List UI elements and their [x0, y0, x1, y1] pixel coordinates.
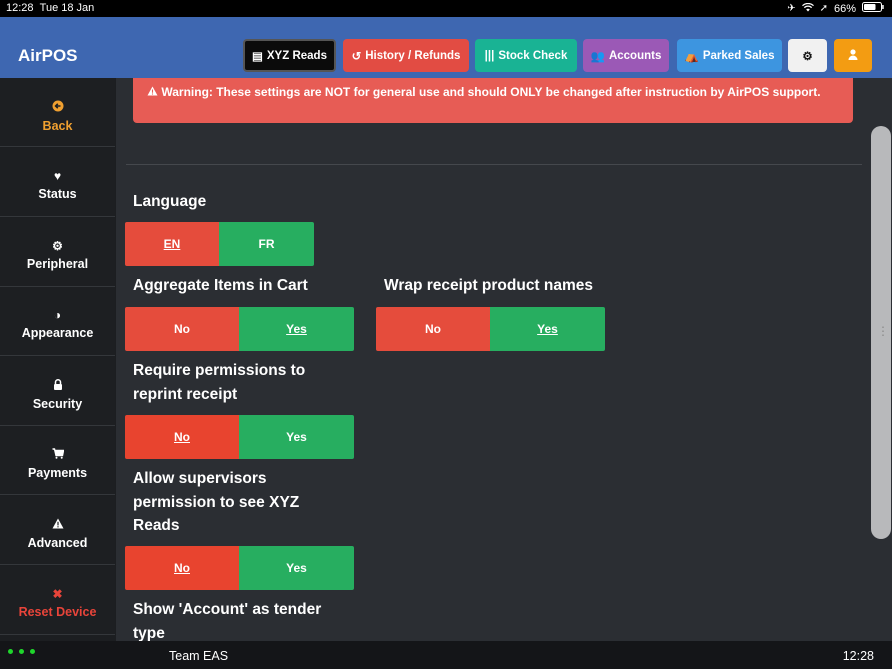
status-time: 12:28 — [6, 2, 34, 14]
sidebar-item-label: Reset Device — [18, 605, 97, 619]
settings-content: Warning: These settings are NOT for gene… — [116, 78, 870, 641]
connection-status-icon — [8, 649, 35, 654]
settings-sidebar: Back ♥ Status ⚙ Peripheral ◑ Appearance … — [0, 78, 116, 641]
team-name: Team EAS — [169, 649, 229, 663]
sidebar-item-label: Payments — [27, 466, 88, 480]
top-navbar: AirPOS ▤ XYZ Reads ↺ History / Refunds |… — [0, 17, 892, 78]
gear-icon: ⚙ — [52, 239, 63, 253]
reprint-option-yes[interactable]: Yes — [239, 415, 354, 459]
sidebar-item-reset-device[interactable]: ✖ Reset Device — [0, 566, 115, 635]
accounts-button[interactable]: 👥 Accounts — [583, 39, 669, 72]
location-icon: ➚ — [819, 3, 828, 14]
report-icon: ▤ — [252, 50, 263, 63]
account-tender-label-line-1: Show 'Account' as tender — [133, 601, 322, 618]
parked-icon: ⛺ — [684, 50, 699, 63]
language-label: Language — [133, 193, 207, 210]
sidebar-item-security[interactable]: Security — [0, 357, 115, 426]
battery-percent: 66% — [833, 2, 856, 15]
language-option-en[interactable]: EN — [125, 222, 219, 266]
account-tender-label: Show 'Account' as tender type — [133, 598, 321, 641]
divider — [126, 164, 862, 165]
supervisors-xyz-toggle: No Yes — [125, 546, 354, 590]
sidebar-item-label: Peripheral — [26, 257, 89, 271]
status-icons: ✈ ➚ 66% — [787, 2, 884, 15]
supervisors-option-no[interactable]: No — [125, 546, 239, 590]
cart-icon — [0, 448, 115, 462]
battery-icon — [862, 2, 884, 15]
barcode-icon: ||| — [484, 49, 495, 62]
accounts-label: Accounts — [608, 49, 662, 62]
supervisors-xyz-label: Allow supervisors permission to see XYZ … — [133, 467, 299, 538]
wrap-receipt-label: Wrap receipt product names — [384, 277, 594, 294]
supervisors-label-line-3: Reads — [133, 517, 180, 534]
reprint-option-no[interactable]: No — [125, 415, 239, 459]
sidebar-item-back[interactable]: Back — [0, 78, 115, 147]
history-label: History / Refunds — [365, 49, 461, 62]
drag-handle-icon[interactable]: ⋮ — [877, 324, 889, 338]
reprint-permissions-toggle: No Yes — [125, 415, 354, 459]
warning-text: Warning: These settings are NOT for gene… — [161, 85, 821, 99]
supervisors-option-yes[interactable]: Yes — [239, 546, 354, 590]
warning-icon — [147, 85, 161, 99]
reprint-permissions-label: Require permissions to reprint receipt — [133, 359, 305, 406]
parked-sales-button[interactable]: ⛺ Parked Sales — [677, 39, 782, 72]
user-icon — [848, 48, 858, 63]
sidebar-item-status[interactable]: ♥ Status — [0, 148, 115, 217]
status-time-date: 12:28 Tue 18 Jan — [6, 2, 94, 14]
gear-icon: ⚙ — [802, 50, 813, 63]
sidebar-item-label: Appearance — [21, 326, 94, 340]
language-option-fr[interactable]: FR — [219, 222, 314, 266]
supervisors-label-line-2: permission to see XYZ — [133, 493, 300, 511]
close-icon: ✖ — [52, 587, 63, 601]
sidebar-item-appearance[interactable]: ◑ Appearance — [0, 287, 115, 356]
bottom-status-bar: Team EAS 12:28 — [0, 641, 892, 669]
settings-button[interactable]: ⚙ — [788, 39, 827, 72]
history-icon: ↺ — [351, 50, 362, 63]
lock-icon — [0, 379, 115, 393]
wrap-option-yes[interactable]: Yes — [490, 307, 605, 351]
sidebar-item-label: Status — [38, 187, 77, 201]
aggregate-option-no[interactable]: No — [125, 307, 239, 351]
xyz-reads-label: XYZ Reads — [266, 49, 327, 62]
user-button[interactable] — [834, 39, 872, 72]
xyz-reads-button[interactable]: ▤ XYZ Reads — [243, 39, 336, 72]
wifi-icon — [801, 2, 814, 15]
warning-alert: Warning: These settings are NOT for gene… — [133, 78, 853, 123]
history-refunds-button[interactable]: ↺ History / Refunds — [343, 39, 469, 72]
aggregate-items-label: Aggregate Items in Cart — [133, 277, 308, 294]
sidebar-item-label: Back — [42, 119, 73, 133]
contrast-icon: ◑ — [53, 308, 62, 322]
sidebar-item-label: Advanced — [27, 536, 88, 550]
back-arrow-icon — [0, 100, 115, 115]
stock-check-button[interactable]: ||| Stock Check — [475, 39, 577, 72]
wrap-option-no[interactable]: No — [376, 307, 490, 351]
sidebar-item-payments[interactable]: Payments — [0, 426, 115, 495]
status-date: Tue 18 Jan — [39, 2, 95, 14]
language-toggle: EN FR — [125, 222, 314, 266]
wrap-receipt-toggle: No Yes — [376, 307, 605, 351]
app-title: AirPOS — [18, 46, 78, 65]
warning-icon — [0, 518, 115, 532]
users-icon: 👥 — [590, 50, 605, 63]
bottom-clock: 12:28 — [842, 649, 874, 663]
reprint-label-line-2: reprint receipt — [133, 385, 238, 403]
sidebar-item-label: Security — [32, 397, 83, 411]
parked-sales-label: Parked Sales — [702, 49, 775, 62]
stock-check-label: Stock Check — [498, 49, 568, 62]
aggregate-items-toggle: No Yes — [125, 307, 354, 351]
sidebar-item-advanced[interactable]: Advanced — [0, 496, 115, 565]
account-tender-label-line-2: type — [133, 624, 165, 642]
supervisors-label-line-1: Allow supervisors — [133, 470, 267, 487]
reprint-label-line-1: Require permissions to — [133, 362, 306, 379]
airplane-icon: ✈ — [787, 3, 796, 14]
status-bar: 12:28 Tue 18 Jan ✈ ➚ 66% — [0, 0, 892, 17]
heartbeat-icon: ♥ — [53, 169, 62, 183]
sidebar-item-peripheral[interactable]: ⚙ Peripheral — [0, 218, 115, 287]
aggregate-option-yes[interactable]: Yes — [239, 307, 354, 351]
